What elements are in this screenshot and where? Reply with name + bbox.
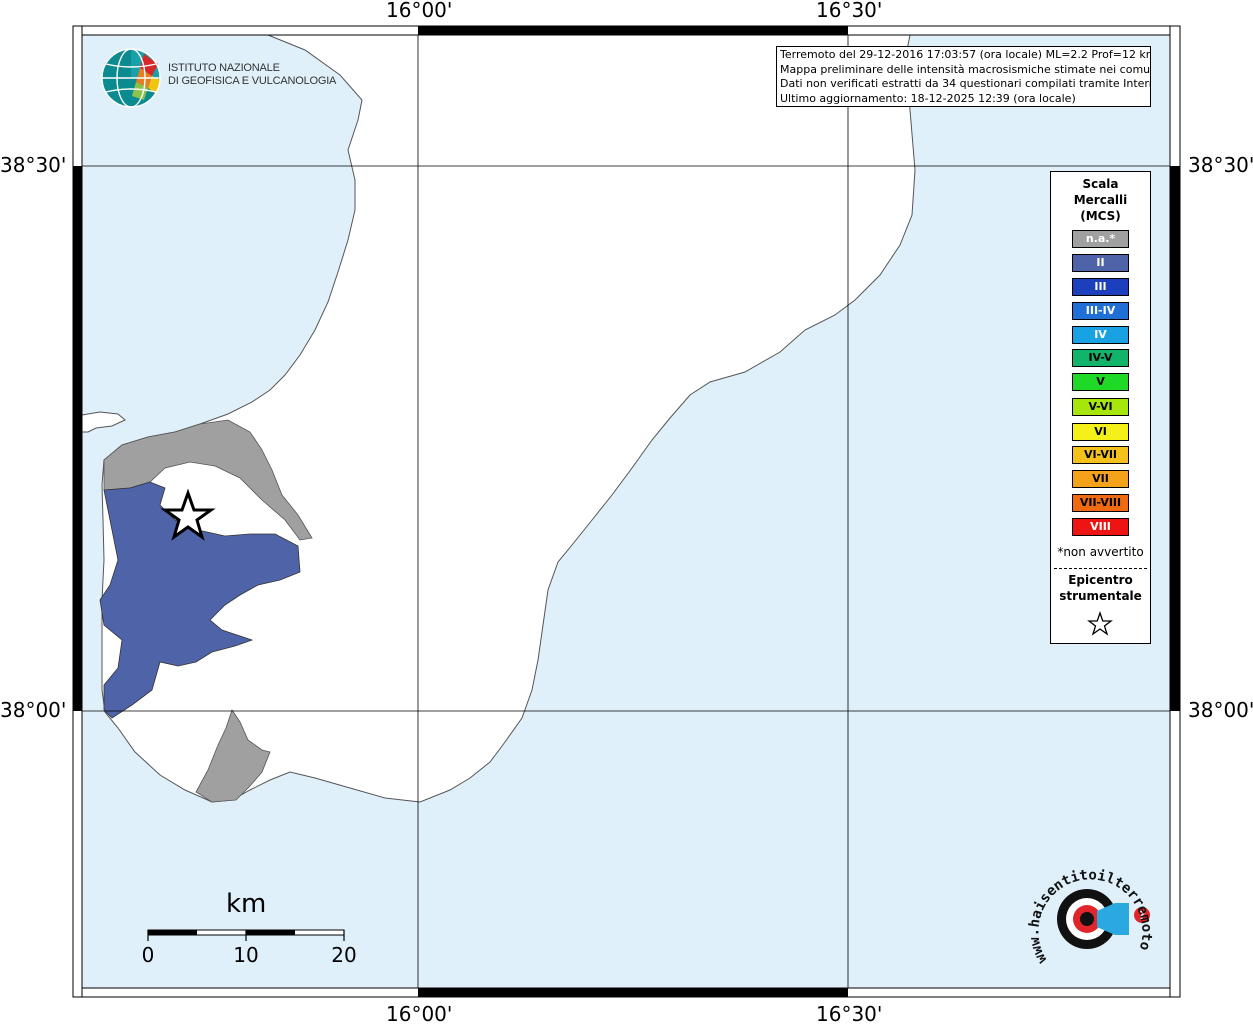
legend-title-line3: (MCS) <box>1080 209 1121 223</box>
scale-tick-10: 10 <box>233 943 259 967</box>
coord-top-16-30: 16°30' <box>816 0 883 22</box>
earthquake-info-box: Terremoto del 29-12-2016 17:03:57 (ora l… <box>776 46 1151 107</box>
legend-item-vi: VI <box>1072 423 1129 441</box>
mercalli-legend: Scala Mercalli (MCS) n.a.* II III III-IV… <box>1050 171 1151 644</box>
scale-tick-0: 0 <box>141 943 155 967</box>
legend-separator <box>1054 568 1147 569</box>
coord-bottom-16-00: 16°00' <box>386 1002 453 1026</box>
ingv-name-line1: ISTITUTO NAZIONALE <box>168 62 280 74</box>
legend-item-iii-iv: III-IV <box>1072 302 1129 320</box>
legend-item-na: n.a.* <box>1072 230 1129 248</box>
legend-title: Scala Mercalli (MCS) <box>1051 176 1150 224</box>
coord-right-38-30: 38°30' <box>1188 153 1253 177</box>
scale-bar: km 0 10 20 <box>130 885 370 975</box>
legend-epicentre-label: Epicentro strumentale <box>1051 572 1150 604</box>
legend-item-vii-viii: VII-VIII <box>1072 494 1129 512</box>
legend-item-iv: IV <box>1072 326 1129 344</box>
ingv-name: ISTITUTO NAZIONALE DI GEOFISICA E VULCAN… <box>168 62 336 88</box>
scale-tick-20: 20 <box>331 943 357 967</box>
info-line-2: Mappa preliminare delle intensità macros… <box>780 62 1151 76</box>
ingv-name-line2: DI GEOFISICA E VULCANOLOGIA <box>168 75 337 87</box>
legend-epicentre-line1: Epicentro <box>1068 573 1133 587</box>
legend-title-line2: Mercalli <box>1073 193 1128 207</box>
coord-left-38-30: 38°30' <box>0 153 67 177</box>
info-line-4: Ultimo aggiornamento: 18-12-2025 12:39 (… <box>780 91 1076 105</box>
legend-item-iv-v: IV-V <box>1072 349 1129 367</box>
haisentito-logo-icon: ? www.haisentitoilterremoto.it <box>1025 855 1155 966</box>
legend-item-iii: III <box>1072 278 1129 296</box>
coord-bottom-16-30: 16°30' <box>816 1002 883 1026</box>
legend-item-viii: VIII <box>1072 518 1129 536</box>
legend-item-vi-vii: VI-VII <box>1072 446 1129 464</box>
coord-top-16-00: 16°00' <box>386 0 453 22</box>
legend-item-ii: II <box>1072 254 1129 272</box>
legend-epicentre-line2: strumentale <box>1059 589 1142 603</box>
info-line-3: Dati non verificati estratti da 34 quest… <box>780 77 1151 90</box>
legend-item-v-vi: V-VI <box>1072 398 1129 416</box>
ingv-globe-icon <box>101 48 161 108</box>
legend-note: *non avvertito <box>1057 545 1144 559</box>
coord-left-38-00: 38°00' <box>0 698 67 722</box>
info-line-1: Terremoto del 29-12-2016 17:03:57 (ora l… <box>780 48 1151 61</box>
scale-bar-graphic <box>147 929 345 941</box>
legend-item-v: V <box>1072 373 1129 391</box>
legend-item-vii: VII <box>1072 470 1129 488</box>
legend-star-icon <box>1087 611 1113 636</box>
coord-right-38-00: 38°00' <box>1188 698 1253 722</box>
legend-title-line1: Scala <box>1082 177 1119 191</box>
